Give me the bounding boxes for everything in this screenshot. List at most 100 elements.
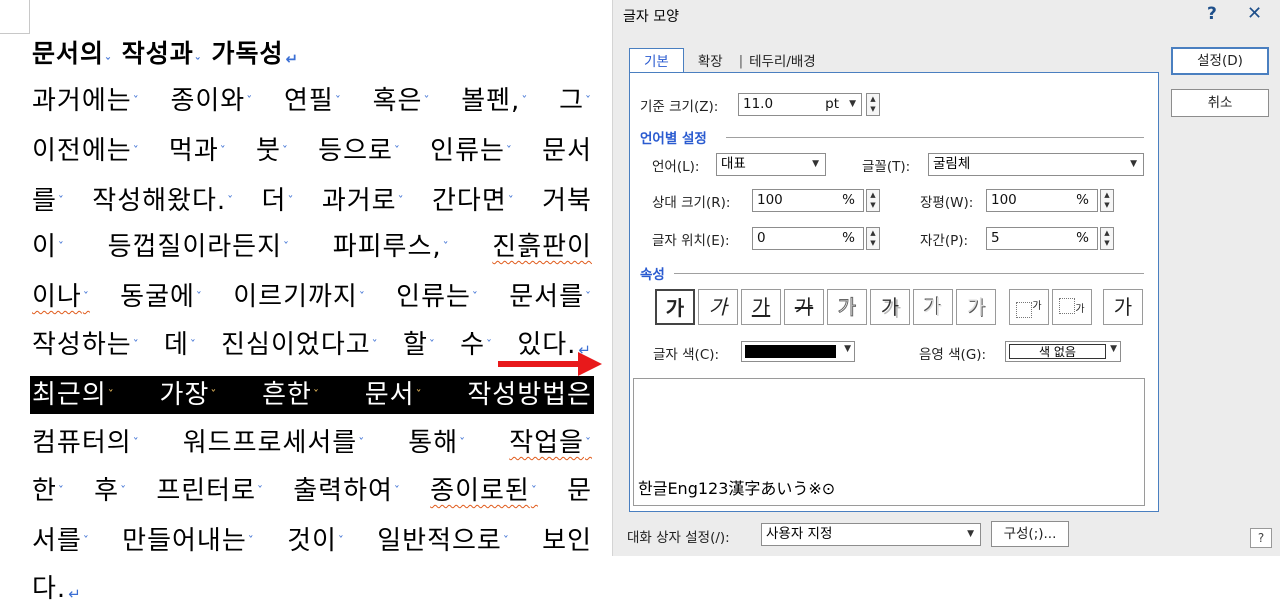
attr-glyph: 가	[794, 295, 814, 319]
chevron-down-icon[interactable]: ▼	[1130, 154, 1137, 175]
space-marker: ˇ	[247, 534, 255, 548]
engrave-button[interactable]: 가	[956, 289, 996, 325]
close-icon[interactable]: ✕	[1247, 3, 1262, 24]
word: 일반적으로	[377, 526, 502, 556]
cancel-button[interactable]: 취소	[1171, 89, 1269, 117]
base-size-unit: pt	[825, 96, 839, 112]
dialog-setting-label: 대화 상자 설정(/):	[627, 530, 730, 546]
font-value: 굴림체	[933, 156, 971, 172]
word: 한	[32, 476, 57, 506]
chevron-down-icon[interactable]: ▼	[967, 524, 974, 545]
space-marker: ˇ	[358, 436, 366, 450]
shade-color-label: 음영 색(G):	[919, 347, 987, 363]
percent-unit: %	[842, 192, 855, 208]
heading-word: 문서의	[32, 39, 105, 68]
word: 컴퓨터의	[32, 428, 132, 458]
base-size-value: 11.0	[743, 96, 774, 112]
word: 인류는	[430, 136, 505, 166]
superscript-button[interactable]: 가	[1009, 289, 1049, 325]
strikethrough-button[interactable]: 가	[784, 289, 824, 325]
word: 문서를	[509, 282, 584, 312]
space-marker: ˇ	[57, 240, 65, 254]
char-position-input[interactable]: 0 %	[752, 227, 864, 250]
config-button[interactable]: 구성(;)...	[991, 521, 1069, 547]
space-marker: ˇ	[219, 144, 227, 158]
tab-basic[interactable]: 기본	[629, 48, 684, 74]
document-line: 이전에는ˇ 먹과ˇ 붓ˇ 등으로ˇ 인류는ˇ 문서	[32, 132, 592, 170]
language-label: 언어(L):	[652, 159, 700, 175]
base-size-spinner[interactable]: ▲ ▼	[866, 93, 880, 116]
width-spinner[interactable]: ▲ ▼	[1100, 189, 1114, 212]
word: 그	[559, 86, 584, 116]
text-color-picker[interactable]: ▼	[741, 341, 855, 362]
word: 종이와	[170, 86, 246, 116]
relative-size-input[interactable]: 100 %	[752, 189, 864, 212]
word: 것이	[287, 526, 337, 556]
word: 흔한	[262, 380, 312, 410]
misspelled-word[interactable]: 이나	[32, 282, 82, 312]
shadow-button[interactable]: 가	[870, 289, 910, 325]
spacing-spinner[interactable]: ▲ ▼	[1100, 227, 1114, 250]
chevron-down-icon[interactable]: ▼	[812, 154, 819, 175]
subscript-button[interactable]: 가	[1052, 289, 1092, 325]
word: 볼펜,	[461, 86, 521, 116]
word: 진심이었다고	[221, 330, 371, 360]
space-marker: ˇ	[132, 436, 140, 450]
help-icon[interactable]: ?	[1207, 4, 1217, 24]
italic-button[interactable]: 가	[698, 289, 738, 325]
word: 후	[94, 476, 120, 506]
shade-color-picker[interactable]: 색 없음 ▼	[1005, 341, 1121, 362]
space-marker: ˇ	[105, 56, 113, 70]
misspelled-word[interactable]: 종이로된	[430, 476, 530, 506]
word: 먹과	[168, 136, 219, 166]
preview-text: 한글Eng123漢字あいう※⊙	[638, 479, 836, 498]
attr-glyph: 가	[1032, 301, 1042, 312]
document-line-selected[interactable]: 최근의ˇ 가장ˇ 흔한ˇ 문서ˇ 작성방법은	[30, 376, 594, 414]
word: 할	[402, 330, 428, 360]
space-marker: ˇ	[337, 534, 345, 548]
text-color-swatch	[745, 345, 836, 358]
word: 만들어내는	[122, 526, 247, 556]
base-size-input[interactable]: 11.0 pt ▼	[738, 93, 862, 116]
outline-button[interactable]: 가	[827, 289, 867, 325]
underline-button[interactable]: 가	[741, 289, 781, 325]
space-marker: ˇ	[82, 290, 90, 304]
relative-size-spinner[interactable]: ▲ ▼	[866, 189, 880, 212]
tab-border-background[interactable]: 테두리/배경	[745, 51, 830, 73]
emboss-button[interactable]: 가	[913, 289, 953, 325]
tab-extended[interactable]: 확장	[684, 51, 737, 73]
char-position-value: 0	[757, 230, 766, 246]
word: 프린터로	[156, 476, 256, 506]
char-position-spinner[interactable]: ▲ ▼	[866, 227, 880, 250]
space-marker: ˇ	[486, 338, 494, 352]
word: 출력하여	[293, 476, 393, 506]
tab-separator: |	[738, 54, 744, 69]
font-label: 글꼴(T):	[862, 159, 911, 175]
space-marker: ˇ	[312, 388, 320, 402]
document-area[interactable]: 문서의ˇ 작성과ˇ 가독성 ↵ 과거에는ˇ 종이와ˇ 연필ˇ 혹은ˇ 볼펜,ˇ 그…	[0, 0, 610, 612]
dialog-setting-value: 사용자 지정	[766, 526, 833, 542]
width-input[interactable]: 100 %	[986, 189, 1098, 212]
chevron-down-icon[interactable]: ▼	[844, 344, 851, 354]
misspelled-word[interactable]: 진흙판이	[492, 232, 592, 262]
word: 통해	[408, 428, 459, 458]
normal-button[interactable]: 가	[1103, 289, 1143, 325]
bold-button[interactable]: 가	[655, 289, 695, 325]
language-select[interactable]: 대표 ▼	[716, 153, 826, 176]
space-marker: ˇ	[57, 484, 65, 498]
word: 과거에는	[32, 86, 132, 116]
word: 간다면	[431, 186, 507, 216]
heading-word: 작성과	[121, 39, 194, 68]
word: 다.	[32, 574, 67, 604]
chevron-down-icon[interactable]: ▼	[849, 94, 856, 115]
shade-color-swatch: 색 없음	[1009, 344, 1106, 359]
help-icon[interactable]: ?	[1250, 528, 1272, 548]
set-button[interactable]: 설정(D)	[1171, 47, 1269, 75]
font-select[interactable]: 굴림체 ▼	[928, 153, 1144, 176]
space-marker: ˇ	[227, 194, 235, 208]
word: 작성방법은	[467, 380, 592, 410]
dialog-setting-select[interactable]: 사용자 지정 ▼	[761, 523, 981, 546]
chevron-down-icon[interactable]: ▼	[1110, 344, 1117, 354]
misspelled-word[interactable]: 작업을	[509, 428, 584, 458]
spacing-input[interactable]: 5 %	[986, 227, 1098, 250]
